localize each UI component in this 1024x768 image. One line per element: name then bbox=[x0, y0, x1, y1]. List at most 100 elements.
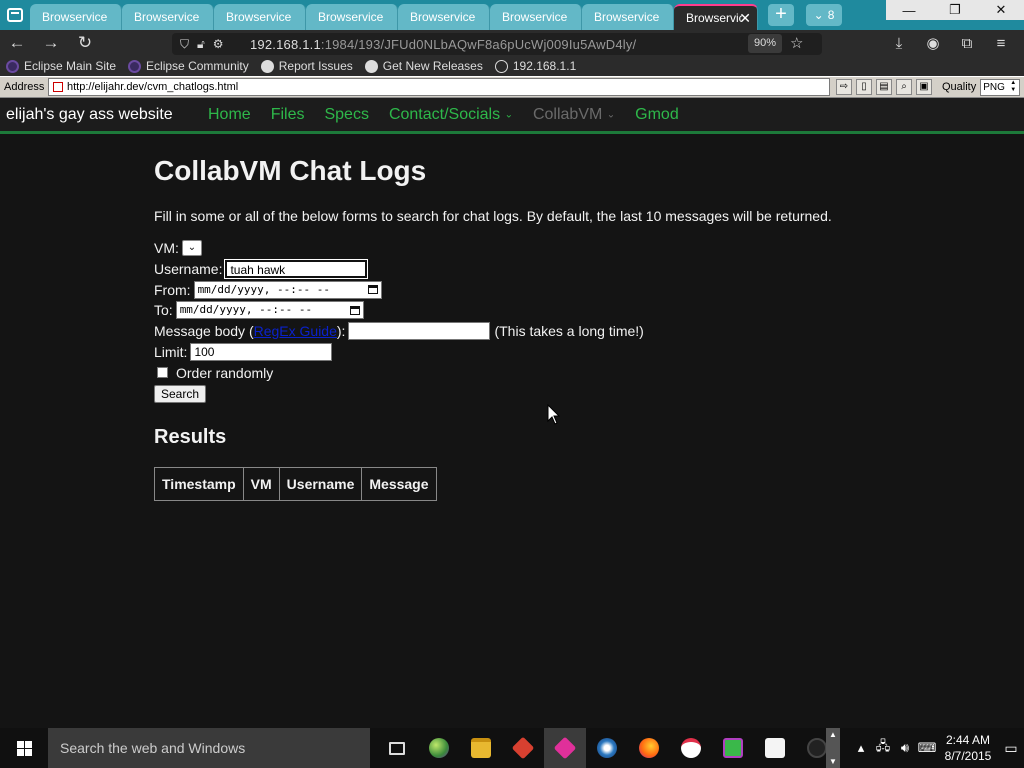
start-button[interactable] bbox=[0, 728, 48, 768]
notifications-icon[interactable]: ▭ bbox=[998, 740, 1024, 757]
results-table: Timestamp VM Username Message bbox=[154, 466, 437, 501]
message-label: Message body (RegEx Guide): bbox=[154, 323, 346, 340]
bookmark-router[interactable]: 192.168.1.1 bbox=[494, 59, 576, 73]
close-window-icon[interactable]: ✕ bbox=[978, 0, 1024, 20]
clipboard-icon[interactable]: ▣ bbox=[916, 79, 932, 95]
maximize-icon[interactable]: ❐ bbox=[932, 0, 978, 20]
from-label: From: bbox=[154, 281, 191, 298]
task-view-icon[interactable] bbox=[376, 728, 418, 768]
tab-active[interactable]: Browservic ✕ bbox=[674, 4, 758, 30]
github-icon bbox=[364, 59, 378, 73]
limit-input[interactable]: 100 bbox=[190, 342, 333, 361]
show-hidden-icons-icon[interactable]: ▴ bbox=[850, 740, 872, 756]
message-body-input[interactable] bbox=[348, 322, 491, 341]
tab[interactable]: Browservice bbox=[214, 4, 306, 30]
dropdown-caret-icon: ⌄ bbox=[504, 108, 513, 120]
tab[interactable]: Browservice bbox=[490, 4, 582, 30]
site-brand[interactable]: elijah's gay ass website bbox=[0, 106, 208, 124]
back-icon[interactable]: ← bbox=[0, 30, 34, 56]
scroll-up-icon[interactable]: ▲ bbox=[829, 730, 837, 739]
nav-contact-socials[interactable]: Contact/Socials ⌄ bbox=[389, 106, 513, 124]
url-text[interactable]: 192.168.1.1:1984/193/JFUd0NLbAQwF8a6pUcW… bbox=[250, 37, 636, 52]
nav-gmod[interactable]: Gmod bbox=[635, 106, 679, 124]
bookmark-eclipse-community[interactable]: Eclipse Community bbox=[128, 59, 249, 73]
go-icon[interactable]: ⇨ bbox=[836, 79, 852, 95]
file-explorer-icon[interactable] bbox=[460, 728, 502, 768]
vm-label: VM: bbox=[154, 240, 179, 256]
new-tab-button[interactable]: + bbox=[768, 4, 794, 26]
keyboard-icon[interactable]: ⌨ bbox=[916, 740, 938, 756]
network-icon[interactable]: 🖧︎ bbox=[872, 737, 894, 759]
download-page-icon[interactable]: ▤ bbox=[876, 79, 892, 95]
url-bar[interactable]: ⛉ 🔓︎ ⚙ 192.168.1.1:1984/193/JFUd0NLbAQwF… bbox=[172, 33, 822, 55]
browser-taskbar-icon[interactable] bbox=[544, 728, 586, 768]
calendar-icon[interactable] bbox=[349, 305, 360, 315]
find-icon[interactable]: ⌕ bbox=[896, 79, 912, 95]
app-red-icon[interactable] bbox=[502, 728, 544, 768]
lock-icon[interactable]: 🔓︎ bbox=[197, 37, 205, 52]
menu-icon[interactable]: ≡ bbox=[984, 35, 1018, 52]
search-button[interactable]: Search bbox=[154, 384, 207, 403]
bookmark-report-issues[interactable]: Report Issues bbox=[260, 59, 353, 73]
zoom-level[interactable]: 90% bbox=[748, 34, 782, 53]
globe-icon bbox=[494, 59, 508, 73]
minimize-icon[interactable]: — bbox=[886, 0, 932, 20]
app-game-icon[interactable] bbox=[712, 728, 754, 768]
taskbar-search-box[interactable]: Search the web and Windows bbox=[48, 728, 370, 768]
eclipse-icon bbox=[128, 59, 142, 73]
browser-tab-bar: Browservice Browservice Browservice Brow… bbox=[0, 0, 1024, 30]
bookmark-eclipse-main[interactable]: Eclipse Main Site bbox=[6, 59, 116, 73]
nav-files[interactable]: Files bbox=[271, 106, 305, 124]
search-form: VM: ⌄ Username: tuah hawk From: mm/dd/yy… bbox=[154, 238, 874, 404]
tab[interactable]: Browservice bbox=[582, 4, 674, 30]
account-icon[interactable]: ◉ bbox=[916, 34, 950, 52]
nav-collabvm[interactable]: CollabVM ⌄ bbox=[533, 106, 615, 124]
system-tray: ▲ ▼ ▴ 🖧︎ 🔊︎ ⌨ 2:44 AM 8/7/2015 ▭ bbox=[826, 728, 1024, 768]
tab[interactable]: Browservice bbox=[122, 4, 214, 30]
quality-select[interactable]: PNG bbox=[980, 78, 1021, 96]
bookmark-get-releases[interactable]: Get New Releases bbox=[364, 59, 483, 73]
star-icon[interactable]: ☆ bbox=[790, 34, 803, 52]
order-randomly-checkbox[interactable] bbox=[157, 367, 168, 379]
nav-home[interactable]: Home bbox=[208, 106, 251, 124]
tab-list-button[interactable]: ⌄ 8 bbox=[806, 4, 842, 26]
results-heading: Results bbox=[154, 425, 227, 448]
username-input[interactable]: tuah hawk bbox=[224, 258, 369, 279]
bookmark-icon[interactable]: ▯ bbox=[856, 79, 872, 95]
tab[interactable]: Browservice bbox=[306, 4, 398, 30]
volume-icon[interactable]: 🔊︎ bbox=[894, 740, 916, 756]
calendar-icon[interactable] bbox=[367, 285, 378, 295]
forward-icon[interactable]: → bbox=[34, 30, 68, 56]
vm-select[interactable]: ⌄ bbox=[181, 240, 202, 256]
column-header-username: Username bbox=[278, 466, 363, 501]
table-header-row: Timestamp VM Username Message bbox=[154, 466, 437, 501]
app-hello-kitty-icon[interactable] bbox=[670, 728, 712, 768]
scroll-down-icon[interactable]: ▼ bbox=[829, 757, 837, 766]
limit-label: Limit: bbox=[154, 343, 188, 360]
tab-overview-button[interactable] bbox=[0, 0, 30, 30]
reload-icon[interactable]: ↻ bbox=[68, 30, 102, 56]
app-orb-icon[interactable] bbox=[418, 728, 460, 768]
nav-specs[interactable]: Specs bbox=[324, 106, 368, 124]
tab[interactable]: Browservice bbox=[398, 4, 490, 30]
app-globe-icon[interactable] bbox=[586, 728, 628, 768]
taskbar-scroll-control[interactable]: ▲ ▼ bbox=[826, 728, 840, 768]
tab[interactable]: Browservice bbox=[30, 4, 122, 30]
app-paw-icon[interactable] bbox=[754, 728, 796, 768]
page-icon bbox=[53, 82, 63, 92]
browservice-address-bar: Address http://elijahr.dev/cvm_chatlogs.… bbox=[0, 76, 1024, 98]
shield-icon[interactable]: ⛉ bbox=[180, 37, 189, 52]
firefox-icon[interactable] bbox=[628, 728, 670, 768]
extensions-icon[interactable]: ⧉ bbox=[950, 35, 984, 52]
column-header-message: Message bbox=[361, 466, 437, 501]
from-datetime-input[interactable]: mm/dd/yyyy, --:-- -- bbox=[193, 280, 382, 299]
close-tab-icon[interactable]: ✕ bbox=[739, 10, 751, 27]
username-label: Username: bbox=[154, 260, 223, 277]
window-controls: — ❐ ✕ bbox=[886, 0, 1024, 20]
address-field[interactable]: http://elijahr.dev/cvm_chatlogs.html bbox=[48, 78, 830, 96]
to-datetime-input[interactable]: mm/dd/yyyy, --:-- -- bbox=[175, 301, 364, 320]
permissions-icon[interactable]: ⚙ bbox=[213, 37, 224, 52]
download-icon[interactable]: ⤓ bbox=[882, 35, 916, 52]
regex-guide-link[interactable]: RegEx Guide bbox=[254, 323, 337, 339]
clock[interactable]: 2:44 AM 8/7/2015 bbox=[938, 732, 998, 764]
